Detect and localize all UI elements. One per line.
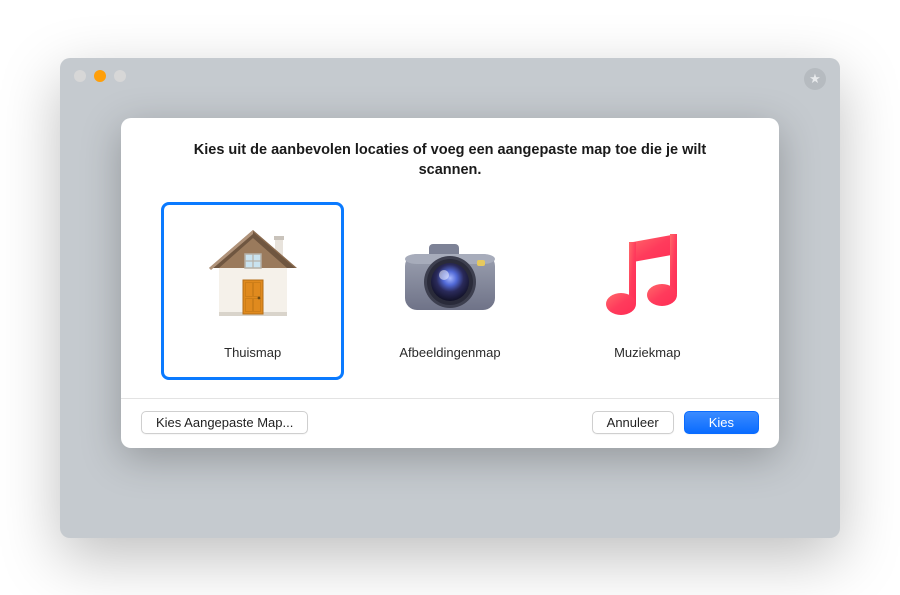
option-music-folder[interactable]: Muziekmap xyxy=(556,202,739,380)
option-label-pictures: Afbeeldingenmap xyxy=(399,345,500,360)
option-home-folder[interactable]: Thuismap xyxy=(161,202,344,380)
dialog-sheet: Kies uit de aanbevolen locaties of voeg … xyxy=(121,118,779,449)
camera-icon xyxy=(395,219,505,337)
app-window: ★ Kies uit de aanbevolen locaties of voe… xyxy=(60,58,840,538)
choose-custom-folder-button[interactable]: Kies Aangepaste Map... xyxy=(141,411,308,434)
choose-button[interactable]: Kies xyxy=(684,411,759,434)
dialog-footer: Kies Aangepaste Map... Annuleer Kies xyxy=(121,398,779,448)
home-folder-icon xyxy=(198,219,308,337)
folder-options-row: Thuismap xyxy=(121,196,779,398)
music-icon xyxy=(592,219,702,337)
option-label-home: Thuismap xyxy=(224,345,281,360)
footer-actions: Annuleer Kies xyxy=(592,411,759,434)
option-label-music: Muziekmap xyxy=(614,345,680,360)
cancel-button[interactable]: Annuleer xyxy=(592,411,674,434)
dialog-title: Kies uit de aanbevolen locaties of voeg … xyxy=(121,118,779,197)
option-pictures-folder[interactable]: Afbeeldingenmap xyxy=(358,202,541,380)
modal-backdrop: Kies uit de aanbevolen locaties of voeg … xyxy=(60,58,840,538)
